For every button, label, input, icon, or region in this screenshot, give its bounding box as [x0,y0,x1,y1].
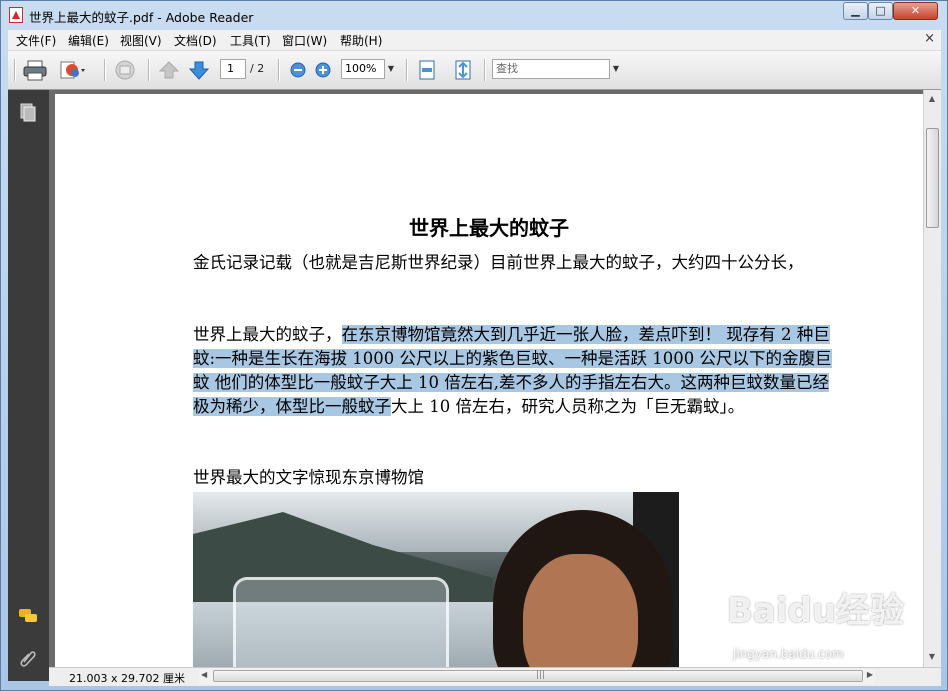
scroll-left-icon[interactable]: ◀ [201,670,207,679]
fit-width-icon[interactable] [416,59,438,81]
prev-page-icon[interactable] [158,59,180,81]
collaborate-icon[interactable] [112,59,138,81]
app-window: 世界上最大的蚊子.pdf - Adobe Reader ▁ □ ✕ 文件(F) … [0,0,948,691]
menu-edit[interactable]: 编辑(E) [68,32,109,49]
document-title: 世界上最大的蚊子 [409,216,569,240]
page-total: / 2 [250,62,265,75]
export-icon[interactable] [58,59,86,81]
close-document-button[interactable]: × [924,31,935,46]
horizontal-scroll-thumb[interactable]: ||| [213,670,863,682]
minimize-button[interactable]: ▁ [843,2,868,20]
pages-icon[interactable] [18,102,38,122]
next-page-icon[interactable] [188,59,210,81]
search-dropdown-icon[interactable]: ▼ [610,59,622,79]
window-title: 世界上最大的蚊子.pdf - Adobe Reader [29,10,254,25]
zoom-level-input[interactable]: 100% [341,59,385,79]
search-input[interactable]: 查找 [492,59,610,79]
baidu-watermark-logo: Baidu经验 [727,591,905,631]
menu-document[interactable]: 文档(D) [174,32,217,49]
paragraph-2-end: 大上 10 倍左右，研究人员称之为「巨无霸蚊」。 [391,397,745,416]
maximize-button[interactable]: □ [868,2,893,20]
title-bar[interactable]: 世界上最大的蚊子.pdf - Adobe Reader ▁ □ ✕ [1,1,947,29]
zoom-out-icon[interactable] [288,59,308,81]
page-size-label: 21.003 x 29.702 厘米 [69,672,185,685]
scroll-down-icon[interactable]: ▼ [924,652,940,661]
paragraph-2: 世界上最大的蚊子，在东京博物馆竟然大到几乎近一张人脸，差点吓到！ 现存有 2 种… [193,323,833,419]
scroll-right-icon[interactable]: ▶ [867,670,873,679]
menu-tools[interactable]: 工具(T) [230,32,271,49]
paragraph-3: 世界最大的文字惊现东京博物馆 [193,468,424,487]
menu-bar: 文件(F) 编辑(E) 视图(V) 文档(D) 工具(T) 窗口(W) 帮助(H… [8,30,941,51]
vertical-scrollbar[interactable]: ▲ ▼ [923,90,941,667]
vertical-scroll-thumb[interactable] [926,128,939,228]
page-number-input[interactable]: 1 [220,59,246,79]
paragraph-2-start: 世界上最大的蚊子， [193,325,342,344]
navigation-panel [8,90,49,681]
attachments-icon[interactable] [18,648,38,668]
pdf-file-icon [9,7,23,23]
close-button[interactable]: ✕ [893,2,938,20]
paragraph-1: 金氏记录记载（也就是吉尼斯世界纪录）目前世界上最大的蚊子，大约四十公分长， [193,253,804,272]
scroll-up-icon[interactable]: ▲ [924,94,940,103]
menu-file[interactable]: 文件(F) [16,32,56,49]
menu-window[interactable]: 窗口(W) [282,32,327,49]
fit-page-icon[interactable] [452,59,474,81]
baidu-watermark-url: jingyan.baidu.com [733,647,844,661]
status-bar: 21.003 x 29.702 厘米 ◀ ||| ▶ [49,667,941,686]
zoom-in-icon[interactable] [313,59,333,81]
document-photo [193,492,679,667]
document-view[interactable]: 世界上最大的蚊子 金氏记录记载（也就是吉尼斯世界纪录）目前世界上最大的蚊子，大约… [49,90,923,667]
menu-view[interactable]: 视图(V) [120,32,162,49]
menu-help[interactable]: 帮助(H) [340,32,382,49]
print-icon[interactable] [22,59,48,81]
zoom-dropdown-icon[interactable]: ▼ [385,59,397,79]
toolbar: 1 / 2 100% ▼ 查找 ▼ [8,51,941,90]
pdf-page: 世界上最大的蚊子 金氏记录记载（也就是吉尼斯世界纪录）目前世界上最大的蚊子，大约… [55,94,923,667]
horizontal-scrollbar[interactable]: ◀ ||| ▶ [199,669,875,684]
comments-icon[interactable] [18,606,38,626]
